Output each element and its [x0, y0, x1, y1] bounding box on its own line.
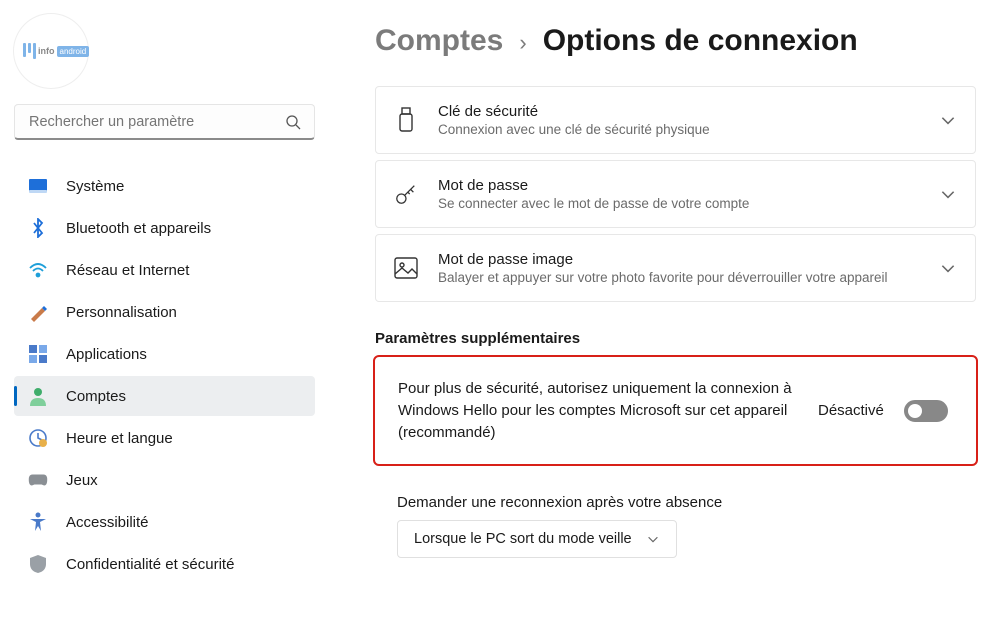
sidebar-nav: Système Bluetooth et appareils Réseau et…: [14, 166, 315, 584]
breadcrumb-parent[interactable]: Comptes: [375, 24, 503, 58]
sidebar-item-privacy[interactable]: Confidentialité et sécurité: [14, 544, 315, 584]
picture-icon: [394, 256, 418, 280]
option-body: Mot de passe Se connecter avec le mot de…: [438, 177, 919, 211]
toggle-state-label: Désactivé: [818, 402, 884, 419]
sidebar-item-gaming[interactable]: Jeux: [14, 460, 315, 500]
accessibility-icon: [28, 512, 48, 532]
setting-request-reconnect: Demander une reconnexion après votre abs…: [375, 476, 976, 574]
usb-key-icon: [394, 108, 418, 132]
chevron-down-icon: [646, 532, 660, 546]
key-icon: [394, 182, 418, 206]
bluetooth-icon: [28, 218, 48, 238]
sidebar-item-personalization[interactable]: Personnalisation: [14, 292, 315, 332]
option-picture-password[interactable]: Mot de passe image Balayer et appuyer su…: [375, 234, 976, 302]
option-title: Mot de passe image: [438, 251, 919, 268]
network-icon: [28, 260, 48, 280]
chevron-down-icon: [939, 185, 957, 203]
chevron-down-icon: [939, 259, 957, 277]
option-subtitle: Connexion avec une clé de sécurité physi…: [438, 122, 919, 137]
sidebar-item-label: Heure et langue: [66, 430, 173, 447]
option-subtitle: Se connecter avec le mot de passe de vot…: [438, 196, 919, 211]
setting-text: Pour plus de sécurité, autorisez uniquem…: [398, 378, 798, 443]
option-title: Mot de passe: [438, 177, 919, 194]
option-body: Clé de sécurité Connexion avec une clé d…: [438, 103, 919, 137]
search-field[interactable]: [14, 104, 315, 140]
sidebar-item-label: Comptes: [66, 388, 126, 405]
personalization-icon: [28, 302, 48, 322]
option-subtitle: Balayer et appuyer sur votre photo favor…: [438, 270, 919, 285]
reconnect-select[interactable]: Lorsque le PC sort du mode veille: [397, 520, 677, 558]
breadcrumb-separator: ›: [519, 30, 526, 56]
chevron-down-icon: [939, 111, 957, 129]
system-icon: [28, 176, 48, 196]
sidebar-item-label: Bluetooth et appareils: [66, 220, 211, 237]
time-icon: [28, 428, 48, 448]
section-heading-additional: Paramètres supplémentaires: [375, 330, 976, 347]
sidebar-item-label: Personnalisation: [66, 304, 177, 321]
sidebar-item-apps[interactable]: Applications: [14, 334, 315, 374]
privacy-icon: [28, 554, 48, 574]
gaming-icon: [28, 470, 48, 490]
avatar-logo: infoandroid: [23, 41, 79, 61]
sidebar-item-label: Système: [66, 178, 124, 195]
option-security-key[interactable]: Clé de sécurité Connexion avec une clé d…: [375, 86, 976, 154]
search-icon: [285, 114, 301, 130]
option-body: Mot de passe image Balayer et appuyer su…: [438, 251, 919, 285]
sidebar-item-accounts[interactable]: Comptes: [14, 376, 315, 416]
sidebar-item-bluetooth[interactable]: Bluetooth et appareils: [14, 208, 315, 248]
main-content: Comptes › Options de connexion Clé de sé…: [325, 0, 1000, 622]
sidebar-item-label: Réseau et Internet: [66, 262, 189, 279]
sidebar-item-label: Accessibilité: [66, 514, 149, 531]
search-input[interactable]: [14, 104, 315, 140]
sidebar: infoandroid Système Bluetooth et apparei…: [0, 0, 325, 622]
option-title: Clé de sécurité: [438, 103, 919, 120]
accounts-icon: [28, 386, 48, 406]
sidebar-item-system[interactable]: Système: [14, 166, 315, 206]
sidebar-item-time-language[interactable]: Heure et langue: [14, 418, 315, 458]
avatar[interactable]: infoandroid: [14, 14, 88, 88]
breadcrumb: Comptes › Options de connexion: [375, 24, 976, 58]
setting-label: Demander une reconnexion après votre abs…: [397, 492, 954, 514]
sidebar-item-network[interactable]: Réseau et Internet: [14, 250, 315, 290]
breadcrumb-current: Options de connexion: [543, 24, 858, 58]
option-password[interactable]: Mot de passe Se connecter avec le mot de…: [375, 160, 976, 228]
sidebar-item-label: Jeux: [66, 472, 98, 489]
apps-icon: [28, 344, 48, 364]
toggle-switch[interactable]: [904, 400, 948, 422]
sidebar-item-label: Applications: [66, 346, 147, 363]
sidebar-item-accessibility[interactable]: Accessibilité: [14, 502, 315, 542]
setting-windows-hello-only: Pour plus de sécurité, autorisez uniquem…: [375, 357, 976, 464]
select-value: Lorsque le PC sort du mode veille: [414, 531, 632, 547]
sidebar-item-label: Confidentialité et sécurité: [66, 556, 234, 573]
